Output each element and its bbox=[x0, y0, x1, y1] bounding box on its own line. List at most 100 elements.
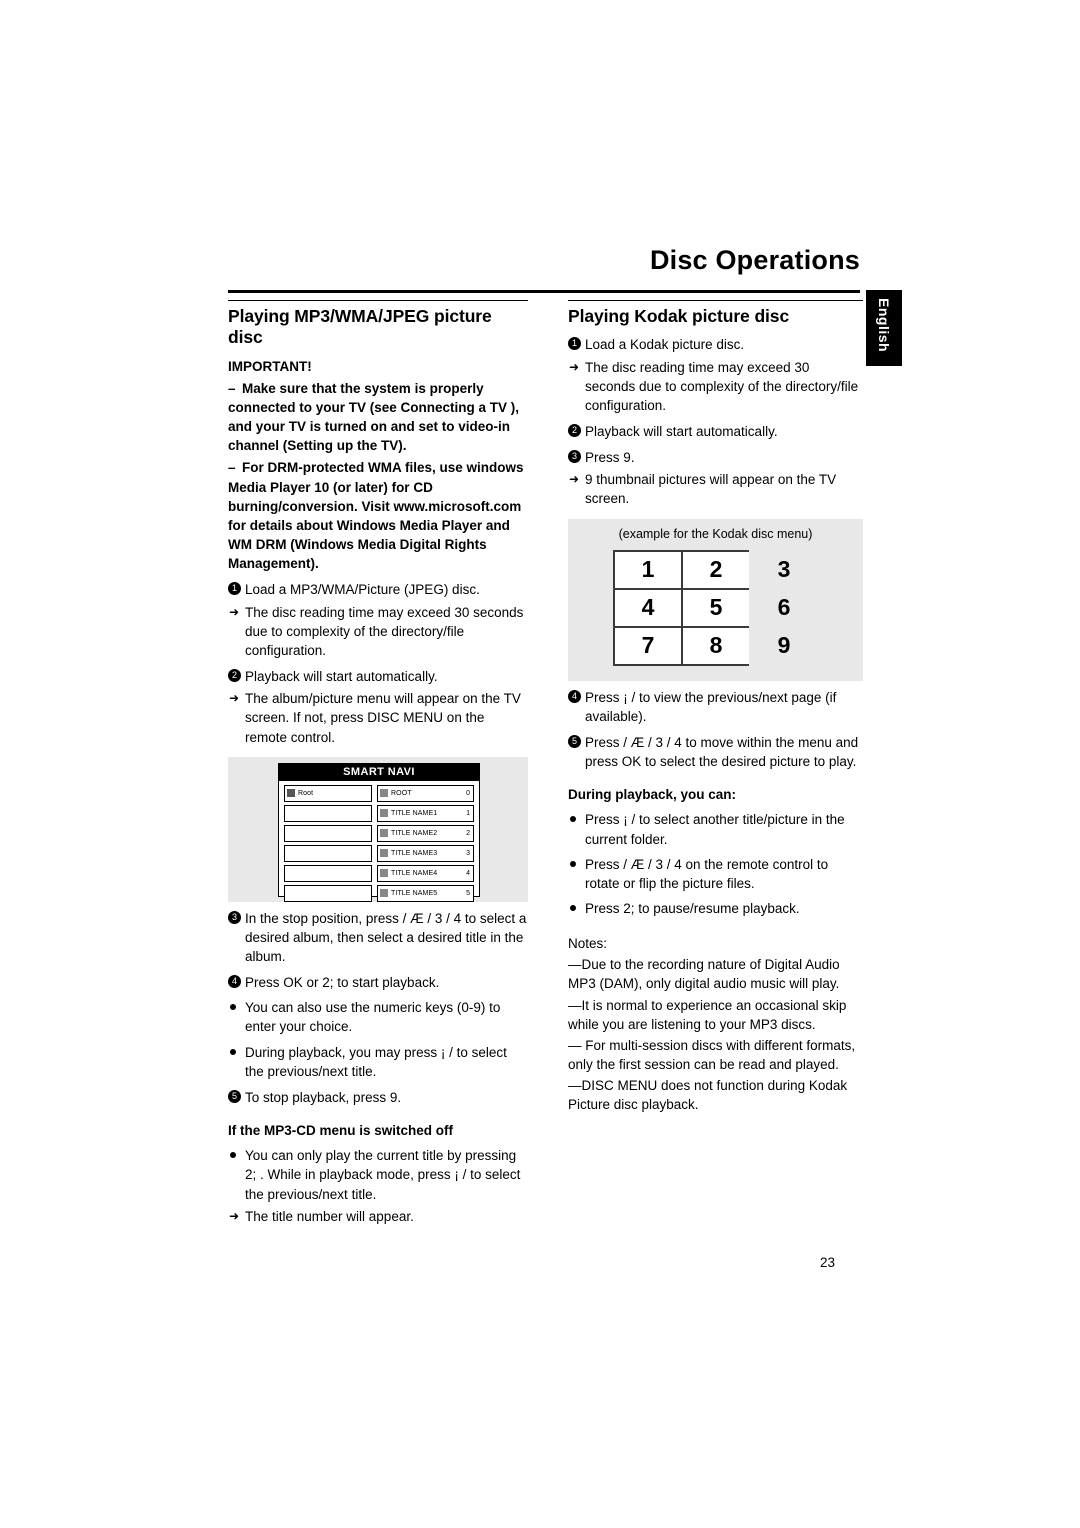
navi-right-row: ROOT 0 bbox=[377, 784, 474, 802]
note-item-2: —It is normal to experience an occasiona… bbox=[568, 997, 847, 1032]
note-item-4: —DISC MENU does not function during Koda… bbox=[568, 1078, 848, 1113]
file-icon bbox=[380, 888, 388, 897]
right-step-3-note-text: 9 thumbnail pictures will appear on the … bbox=[585, 472, 837, 507]
right-step-1-note: ➜ The disc reading time may exceed 30 se… bbox=[568, 358, 863, 415]
left-bullet-3-note: ➜ The title number will appear. bbox=[228, 1207, 528, 1226]
important-label: IMPORTANT! bbox=[228, 358, 312, 374]
important-item-2: – For DRM-protected WMA files, use window… bbox=[228, 460, 524, 572]
bullet-icon bbox=[570, 905, 576, 911]
navi-left-row bbox=[284, 844, 372, 862]
left-bullet-3-text: You can only play the current title by p… bbox=[245, 1148, 521, 1202]
navi-right-row-number: 5 bbox=[466, 889, 470, 897]
right-column: Playing Kodak picture disc 1 Load a Koda… bbox=[568, 306, 863, 1115]
file-icon bbox=[380, 848, 388, 857]
kodak-menu-figure: (example for the Kodak disc menu) 1 2 3 … bbox=[568, 518, 863, 681]
bullet-icon bbox=[230, 1152, 236, 1159]
navi-right-row-number: 0 bbox=[466, 789, 470, 797]
kodak-figure-caption: (example for the Kodak disc menu) bbox=[618, 526, 813, 541]
notes-label: Notes: bbox=[568, 936, 608, 952]
left-step-3: 3 In the stop position, press / Æ / 3 / … bbox=[228, 909, 528, 966]
left-bullet-3: You can only play the current title by p… bbox=[228, 1146, 528, 1203]
navi-right-row-number: 2 bbox=[466, 829, 470, 837]
right-step-3-note: ➜ 9 thumbnail pictures will appear on th… bbox=[568, 470, 863, 508]
smart-navi-screen: SMART NAVI Root ROOT 0 TITLE NAME1 1 TIT… bbox=[278, 762, 480, 902]
arrow-icon: ➜ bbox=[569, 472, 580, 487]
navi-left-row bbox=[284, 884, 372, 902]
important-item-1: – Make sure that the system is properly c… bbox=[228, 380, 520, 454]
kodak-thumbnail: 5 bbox=[681, 587, 751, 628]
important-item-2-text: For DRM-protected WMA files, use windows… bbox=[228, 460, 524, 572]
right-step-5-text: Press / Æ / 3 / 4 to move within the men… bbox=[585, 734, 859, 770]
arrow-icon: ➜ bbox=[229, 1208, 240, 1223]
right-step-4: 4 Press ¡ / to view the previous/next pa… bbox=[568, 688, 863, 726]
navi-right-row-number: 3 bbox=[466, 849, 470, 857]
right-step-1-note-text: The disc reading time may exceed 30 seco… bbox=[585, 359, 859, 413]
step-number-1: 1 bbox=[228, 582, 241, 596]
smart-navi-title: SMART NAVI bbox=[279, 763, 479, 781]
navi-right-row-label: TITLE NAME3 bbox=[391, 849, 438, 857]
folder-icon bbox=[287, 788, 295, 797]
left-step-2: 2 Playback will start automatically. bbox=[228, 667, 528, 686]
language-tab: English bbox=[866, 290, 902, 366]
right-bullet-1: Press ¡ / to select another title/pictur… bbox=[568, 810, 863, 848]
right-step-2: 2 Playback will start automatically. bbox=[568, 422, 863, 441]
right-section-heading: Playing Kodak picture disc bbox=[568, 306, 790, 326]
navi-right-row: TITLE NAME1 1 bbox=[377, 804, 474, 822]
kodak-thumbnail: 7 bbox=[613, 625, 683, 666]
navi-left-row: Root bbox=[284, 784, 372, 802]
kodak-thumbnail: 6 bbox=[749, 587, 819, 628]
kodak-thumbnail: 3 bbox=[749, 549, 819, 590]
left-column: Playing MP3/WMA/JPEG picture disc IMPORT… bbox=[228, 306, 528, 1226]
left-step-1: 1 Load a MP3/WMA/Picture (JPEG) disc. bbox=[228, 580, 528, 599]
page-number: 23 bbox=[820, 1255, 836, 1270]
navi-left-row bbox=[284, 824, 372, 842]
step-number-2: 2 bbox=[568, 423, 581, 437]
bullet-icon bbox=[230, 1004, 236, 1011]
bullet-icon bbox=[230, 1048, 236, 1055]
right-bullet-1-text: Press ¡ / to select another title/pictur… bbox=[585, 812, 845, 847]
navi-right-row-label: ROOT bbox=[391, 789, 412, 797]
note-item-1: —Due to the recording nature of Digital … bbox=[568, 957, 840, 992]
left-bullet-1-text: You can also use the numeric keys (0-9) … bbox=[245, 1000, 501, 1035]
left-subheading: If the MP3-CD menu is switched off bbox=[228, 1123, 454, 1139]
left-bullet-3-note-text: The title number will appear. bbox=[245, 1208, 414, 1224]
notes-block: Notes: —Due to the recording nature of D… bbox=[568, 934, 863, 1114]
kodak-thumbnail-grid: 1 2 3 4 5 6 7 8 9 bbox=[613, 549, 819, 666]
right-subheading: During playback, you can: bbox=[568, 787, 737, 803]
navi-right-row: TITLE NAME4 4 bbox=[377, 864, 474, 882]
left-step-3-text: In the stop position, press / Æ / 3 / 4 … bbox=[245, 910, 527, 964]
right-step-5: 5 Press / Æ / 3 / 4 to move within the m… bbox=[568, 733, 863, 771]
left-step-2-note: ➜ The album/picture menu will appear on … bbox=[228, 689, 528, 746]
left-bullet-2-text: During playback, you may press ¡ / to se… bbox=[245, 1044, 507, 1079]
right-bullet-3-text: Press 2; to pause/resume playback. bbox=[585, 901, 800, 916]
step-number-4: 4 bbox=[228, 975, 241, 989]
left-bullet-1: You can also use the numeric keys (0-9) … bbox=[228, 998, 528, 1036]
step-number-3: 3 bbox=[228, 910, 241, 924]
file-icon bbox=[380, 868, 388, 877]
right-bullet-2-text: Press / Æ / 3 / 4 on the remote control … bbox=[585, 856, 829, 891]
left-step-2-note-text: The album/picture menu will appear on th… bbox=[245, 691, 521, 745]
right-column-divider bbox=[568, 300, 863, 301]
right-step-1: 1 Load a Kodak picture disc. bbox=[568, 335, 863, 354]
left-step-1-note: ➜ The disc reading time may exceed 30 se… bbox=[228, 603, 528, 660]
kodak-thumbnail: 2 bbox=[681, 549, 751, 590]
language-tab-label: English bbox=[876, 298, 892, 353]
left-step-4: 4 Press OK or 2; to start playback. bbox=[228, 973, 528, 992]
left-step-5: 5 To stop playback, press 9. bbox=[228, 1088, 528, 1107]
left-bullet-2: During playback, you may press ¡ / to se… bbox=[228, 1043, 528, 1081]
step-number-5: 5 bbox=[568, 734, 581, 748]
navi-right-row-number: 4 bbox=[466, 869, 470, 877]
file-icon bbox=[380, 828, 388, 837]
navi-right-row-label: TITLE NAME2 bbox=[391, 829, 438, 837]
kodak-thumbnail: 4 bbox=[613, 587, 683, 628]
navi-right-row-label: TITLE NAME5 bbox=[391, 889, 438, 897]
step-number-2: 2 bbox=[228, 669, 241, 683]
left-step-1-note-text: The disc reading time may exceed 30 seco… bbox=[245, 604, 524, 658]
left-step-1-text: Load a MP3/WMA/Picture (JPEG) disc. bbox=[245, 582, 480, 598]
step-number-4: 4 bbox=[568, 689, 581, 703]
folder-icon bbox=[380, 788, 388, 797]
kodak-thumbnail: 1 bbox=[613, 549, 683, 590]
left-step-4-text: Press OK or 2; to start playback. bbox=[245, 975, 440, 991]
header-divider bbox=[228, 290, 860, 293]
left-step-2-text: Playback will start automatically. bbox=[245, 669, 438, 685]
